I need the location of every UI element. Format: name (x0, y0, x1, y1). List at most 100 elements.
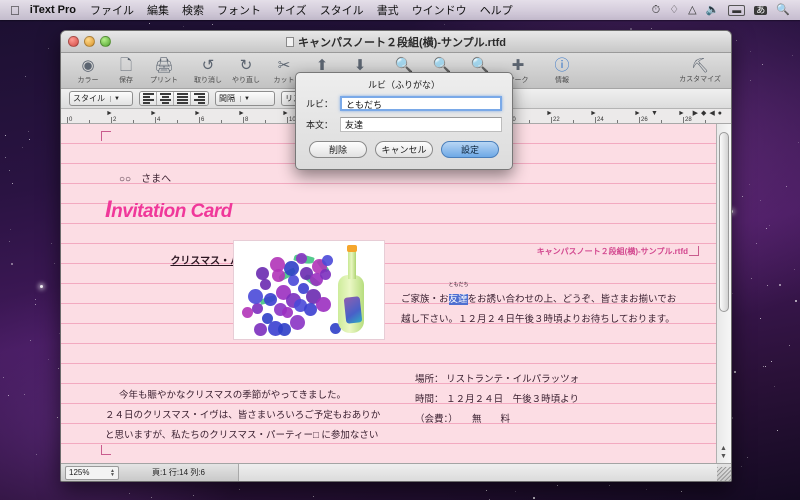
ruler-major-tick (595, 117, 596, 123)
set-button[interactable]: 設定 (441, 141, 499, 158)
toolbar-button-save[interactable]: 🗋 保存 (107, 57, 145, 85)
menu-app-name[interactable]: iText Pro (30, 4, 76, 16)
minimize-button[interactable] (84, 36, 95, 47)
grape-berry (288, 275, 299, 286)
vertical-scrollbar[interactable]: ▲ ▼ (716, 124, 731, 463)
intro-line-2: 越し下さい。１２月２４日午後３時頃よりお待ちしております。 (401, 310, 689, 330)
menu-item-file[interactable]: ファイル (90, 2, 134, 18)
grape-berry (254, 323, 267, 336)
indent-marker[interactable]: ▼ (651, 110, 658, 117)
tab-stop-marker[interactable]: ► (634, 110, 641, 117)
page-corner-bottom-left (101, 445, 111, 455)
toolbar-label-redo: やり直し (227, 75, 265, 85)
close-button[interactable] (68, 36, 79, 47)
ruler-number: 8 (245, 117, 248, 123)
grapes-and-wine-bottle-illustration (233, 240, 385, 340)
tab-stop-marker[interactable]: ► (282, 110, 289, 117)
ruler-minor-tick (573, 120, 574, 123)
time-machine-icon[interactable]: ⏱ (652, 5, 661, 16)
grape-berry (270, 257, 285, 272)
detail-place: 場所： リストランテ・イルパラッツォ (401, 370, 689, 390)
toolbar-button-color[interactable]: ◉ カラー (69, 57, 107, 85)
delete-button[interactable]: 削除 (309, 141, 367, 158)
toolbar-button-undo[interactable]: ↺ 取り消し (189, 57, 227, 85)
ruby-base-input[interactable]: 友達 (340, 117, 502, 132)
page-corner-top-right (689, 246, 699, 256)
undo-arrow-icon: ↺ (189, 57, 227, 75)
toolbar-button-redo[interactable]: ↻ やり直し (227, 57, 265, 85)
document-page[interactable]: キャンパスノート２段組(横)-サンプル.rtfd ○○ さまへ Invitati… (61, 124, 716, 463)
volume-icon[interactable]: 🔈 (706, 5, 720, 16)
ruler-major-tick (243, 117, 244, 123)
menu-bar:  iText Pro ファイル 編集 検索 フォント サイズ スタイル 書式 … (0, 0, 800, 20)
tab-stop-marker[interactable]: ► (678, 110, 685, 117)
ruler-minor-tick (177, 120, 178, 123)
ruby-base-text: 友達 (449, 294, 468, 305)
grape-berry (296, 253, 307, 264)
menu-item-search[interactable]: 検索 (182, 2, 204, 18)
align-left-icon (143, 93, 154, 104)
menu-item-style[interactable]: スタイル (320, 2, 364, 18)
ruler-number: 2 (113, 117, 116, 123)
ruby-reading-input[interactable]: ともだち (340, 96, 502, 111)
menu-item-window[interactable]: ウインドウ (412, 2, 467, 18)
toolbar-label-save: 保存 (107, 75, 145, 85)
tab-stop-marker[interactable]: ► (546, 110, 553, 117)
save-document-icon: 🗋 (107, 57, 145, 75)
detail-time: 時間： １２月２４日 午後３時頃より (401, 390, 689, 410)
scrollbar-thumb[interactable] (719, 132, 729, 312)
toolbar-label-color: カラー (69, 75, 107, 85)
bluetooth-icon[interactable]: ♢ (669, 5, 679, 16)
ruler-number: 4 (157, 117, 160, 123)
menu-item-edit[interactable]: 編集 (147, 2, 169, 18)
ruler-major-tick (639, 117, 640, 123)
tab-stop-marker[interactable]: ► (194, 110, 201, 117)
toolbar-button-customize[interactable]: ⛏ カスタマイズ (677, 56, 723, 84)
zoom-button[interactable] (100, 36, 111, 47)
grape-berry (320, 269, 331, 280)
ruby-annotation[interactable]: ともだち 友達 (449, 290, 468, 310)
airport-icon[interactable]: △ (688, 5, 696, 16)
align-justify-button[interactable] (174, 92, 191, 105)
ruby-dialog: ルビ（ふりがな） ルビ： ともだち 本文： 友達 削除 キャンセル 設定 (295, 72, 513, 170)
resize-grip[interactable] (717, 467, 731, 481)
tab-stop-marker[interactable]: ► (590, 110, 597, 117)
menu-item-size[interactable]: サイズ (274, 2, 307, 18)
zoom-stepper-icon[interactable]: ▲ ▼ (110, 469, 115, 477)
grape-berry (256, 267, 269, 280)
tab-stop-marker[interactable]: ► (238, 110, 245, 117)
cancel-button[interactable]: キャンセル (375, 141, 433, 158)
menu-item-format[interactable]: 書式 (377, 2, 399, 18)
menu-item-font[interactable]: フォント (217, 2, 261, 18)
status-bar: 125% ▲ ▼ 頁:1 行:14 列:6 (61, 463, 731, 481)
invitation-title: Invitation Card (105, 190, 385, 232)
ruler-minor-tick (265, 120, 266, 123)
battery-icon[interactable]: ▬ (728, 5, 745, 16)
ruler-number: 26 (641, 117, 648, 123)
ruler-major-tick (111, 117, 112, 123)
menu-item-help[interactable]: ヘルプ (480, 2, 513, 18)
ruler-major-tick (199, 117, 200, 123)
ruler-minor-tick (221, 120, 222, 123)
toolbar-button-info[interactable]: ⓘ 情報 (543, 57, 581, 85)
body-line-3: と思いますが、私たちのクリスマス・パーティー□ に参加なさい (105, 426, 385, 446)
spacing-popup[interactable]: 間隔 ▼ (215, 91, 275, 106)
tab-stop-controls[interactable]: ▶◆◀● (693, 109, 725, 117)
scrollbar-arrows[interactable]: ▲ ▼ (720, 445, 727, 461)
align-left-button[interactable] (140, 92, 157, 105)
printer-icon: 🖨 (145, 57, 183, 75)
style-popup[interactable]: スタイル ▼ (69, 91, 133, 106)
grape-berry (260, 279, 271, 290)
zoom-control[interactable]: 125% ▲ ▼ (65, 466, 119, 480)
toolbar-button-print[interactable]: 🖨 プリント (145, 57, 183, 85)
document-right-column: ご家族・お ともだち 友達をお誘い合わせの上、どうぞ、皆さまお揃いでお 越し下さい。… (401, 130, 689, 463)
align-center-button[interactable] (157, 92, 174, 105)
grape-berry (252, 303, 263, 314)
input-kana-icon[interactable]: あ (754, 6, 767, 15)
spotlight-icon[interactable]: 🔍 (776, 5, 790, 16)
tab-stop-marker[interactable]: ► (150, 110, 157, 117)
window-title-bar[interactable]: キャンパスノート２段組(横)-サンプル.rtfd (61, 31, 731, 53)
tab-stop-marker[interactable]: ► (106, 110, 113, 117)
apple-logo-icon[interactable]:  (10, 4, 20, 17)
align-right-button[interactable] (191, 92, 208, 105)
